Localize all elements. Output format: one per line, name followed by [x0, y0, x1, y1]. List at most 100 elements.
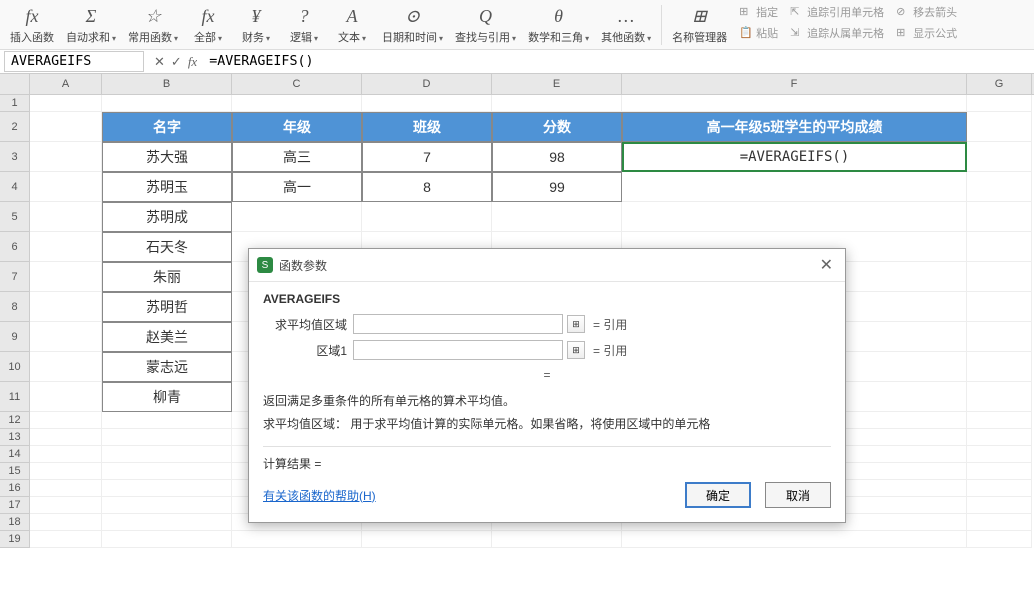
cell[interactable]	[30, 412, 102, 429]
table-header[interactable]: 班级	[362, 112, 492, 142]
cell[interactable]: 苏明成	[102, 202, 232, 232]
ok-button[interactable]: 确定	[685, 482, 751, 508]
cell[interactable]: 柳青	[102, 382, 232, 412]
close-icon[interactable]: ✕	[816, 255, 837, 275]
cell[interactable]	[967, 497, 1032, 514]
cell[interactable]	[30, 292, 102, 322]
cell[interactable]	[967, 480, 1032, 497]
cell[interactable]: 高三	[232, 142, 362, 172]
cell[interactable]	[30, 142, 102, 172]
table-header[interactable]: 年级	[232, 112, 362, 142]
cell[interactable]	[102, 480, 232, 497]
cell[interactable]	[30, 262, 102, 292]
cell[interactable]	[102, 446, 232, 463]
table-header[interactable]: 名字	[102, 112, 232, 142]
cell[interactable]	[967, 322, 1032, 352]
row-header-12[interactable]: 12	[0, 412, 30, 429]
logical-button[interactable]: ? 逻辑	[280, 2, 328, 48]
cell[interactable]	[102, 514, 232, 531]
col-header-D[interactable]: D	[362, 74, 492, 94]
other-functions-button[interactable]: … 其他函数	[595, 2, 657, 48]
row-header-6[interactable]: 6	[0, 232, 30, 262]
cell[interactable]: 苏大强	[102, 142, 232, 172]
cell[interactable]	[232, 202, 362, 232]
col-header-F[interactable]: F	[622, 74, 967, 94]
criteria-range1-input[interactable]	[353, 340, 563, 360]
cell[interactable]	[492, 95, 622, 112]
cell[interactable]: 石天冬	[102, 232, 232, 262]
average-range-input[interactable]	[353, 314, 563, 334]
common-functions-button[interactable]: ☆ 常用函数	[122, 2, 184, 48]
row-header-18[interactable]: 18	[0, 514, 30, 531]
show-formulas-button[interactable]: ⊞显示公式	[890, 23, 963, 43]
cell[interactable]	[30, 352, 102, 382]
cell[interactable]	[30, 172, 102, 202]
cell[interactable]	[492, 202, 622, 232]
row-header-8[interactable]: 8	[0, 292, 30, 322]
cell[interactable]	[967, 429, 1032, 446]
cell[interactable]	[30, 112, 102, 142]
cell[interactable]	[102, 412, 232, 429]
cell[interactable]	[232, 95, 362, 112]
lookup-button[interactable]: Q 查找与引用	[449, 2, 522, 48]
dialog-titlebar[interactable]: S 函数参数 ✕	[249, 249, 845, 282]
cancel-button[interactable]: 取消	[765, 482, 831, 508]
row-header-9[interactable]: 9	[0, 322, 30, 352]
select-all-corner[interactable]	[0, 74, 30, 94]
cell[interactable]	[30, 446, 102, 463]
row-header-13[interactable]: 13	[0, 429, 30, 446]
col-header-A[interactable]: A	[30, 74, 102, 94]
cell[interactable]	[967, 95, 1032, 112]
col-header-B[interactable]: B	[102, 74, 232, 94]
cell[interactable]	[967, 292, 1032, 322]
col-header-G[interactable]: G	[967, 74, 1032, 94]
help-link[interactable]: 有关该函数的帮助(H)	[263, 487, 376, 504]
cell[interactable]	[622, 172, 967, 202]
paste-button[interactable]: 📋粘贴	[733, 23, 784, 43]
cell[interactable]: 赵美兰	[102, 322, 232, 352]
cell[interactable]	[30, 480, 102, 497]
cell[interactable]	[102, 429, 232, 446]
cell[interactable]	[102, 531, 232, 548]
cell[interactable]: 苏明玉	[102, 172, 232, 202]
cell[interactable]	[967, 412, 1032, 429]
name-manager-button[interactable]: ⊞ 名称管理器	[666, 2, 733, 48]
cell[interactable]	[30, 463, 102, 480]
cell[interactable]	[967, 352, 1032, 382]
all-functions-button[interactable]: fx 全部	[184, 2, 232, 48]
cell[interactable]	[967, 112, 1032, 142]
cell[interactable]: 98	[492, 142, 622, 172]
cell[interactable]: 99	[492, 172, 622, 202]
cell[interactable]	[967, 463, 1032, 480]
cell[interactable]	[362, 531, 492, 548]
cell[interactable]	[30, 429, 102, 446]
row-header-7[interactable]: 7	[0, 262, 30, 292]
row-header-11[interactable]: 11	[0, 382, 30, 412]
cell[interactable]	[30, 95, 102, 112]
cell[interactable]	[30, 497, 102, 514]
cell[interactable]	[967, 531, 1032, 548]
cell[interactable]	[967, 202, 1032, 232]
cell[interactable]	[967, 262, 1032, 292]
cell[interactable]	[967, 382, 1032, 412]
row-header-4[interactable]: 4	[0, 172, 30, 202]
confirm-icon[interactable]: ✓	[171, 54, 182, 70]
math-trig-button[interactable]: θ 数学和三角	[522, 2, 595, 48]
cell[interactable]	[622, 531, 967, 548]
cell[interactable]	[102, 95, 232, 112]
cell[interactable]: 苏明哲	[102, 292, 232, 322]
cell[interactable]: 高一	[232, 172, 362, 202]
insert-function-button[interactable]: fx 插入函数	[4, 2, 60, 48]
cell[interactable]	[232, 531, 362, 548]
row-header-16[interactable]: 16	[0, 480, 30, 497]
range-picker-icon[interactable]: ⊞	[567, 341, 585, 359]
col-header-E[interactable]: E	[492, 74, 622, 94]
name-box[interactable]	[4, 51, 144, 72]
trace-dependents-button[interactable]: ⇲追踪从属单元格	[784, 23, 890, 43]
cell[interactable]: 蒙志远	[102, 352, 232, 382]
row-header-14[interactable]: 14	[0, 446, 30, 463]
cell[interactable]	[967, 446, 1032, 463]
row-header-10[interactable]: 10	[0, 352, 30, 382]
cell[interactable]	[967, 514, 1032, 531]
financial-button[interactable]: ¥ 财务	[232, 2, 280, 48]
